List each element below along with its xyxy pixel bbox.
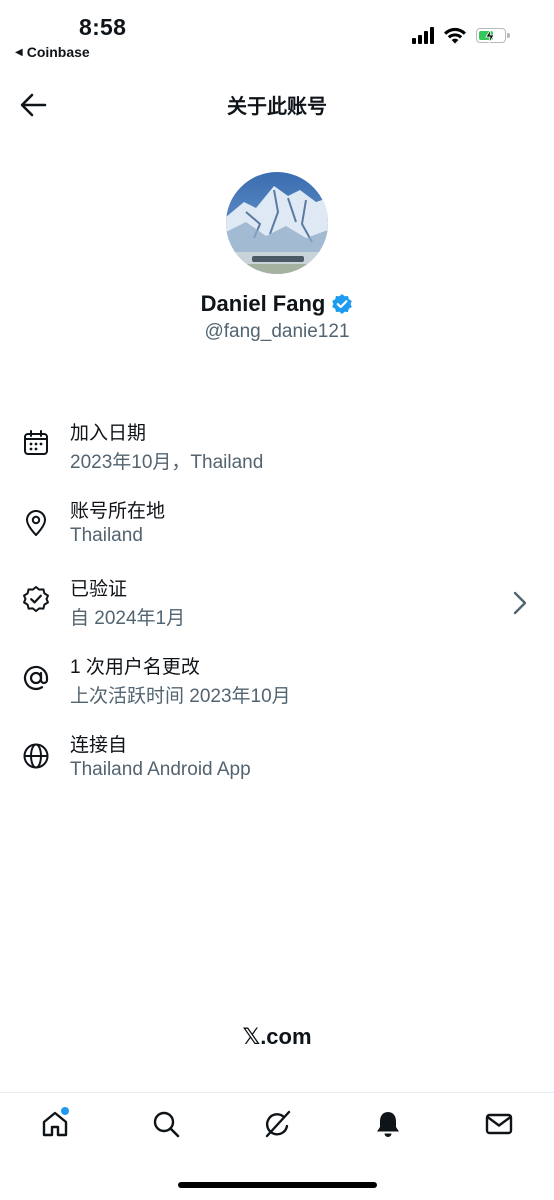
status-time: 8:58 bbox=[79, 14, 127, 40]
status-icons bbox=[412, 26, 510, 44]
info-item-username-changes: 1 次用户名更改 上次活跃时间 2023年10月 bbox=[0, 652, 554, 712]
battery-charging-icon bbox=[476, 27, 510, 43]
tab-notifications[interactable] bbox=[370, 1106, 406, 1142]
verified-check-icon bbox=[332, 294, 353, 314]
info-subtitle: Thailand Android App bbox=[70, 759, 251, 780]
info-subtitle: Thailand bbox=[70, 525, 143, 546]
profile-name-row: Daniel Fang bbox=[0, 291, 554, 317]
profile-name: Daniel Fang bbox=[200, 291, 326, 316]
x-com-logo: 𝕏.com bbox=[0, 1024, 554, 1050]
info-item-verified[interactable]: 已验证 自 2024年1月 bbox=[0, 574, 554, 634]
at-sign-icon bbox=[23, 665, 49, 691]
grok-icon bbox=[265, 1110, 291, 1138]
info-item-connected-via: 连接自 Thailand Android App bbox=[0, 730, 554, 790]
info-title: 已验证 bbox=[70, 579, 128, 600]
notification-dot bbox=[60, 1106, 70, 1116]
page-title: 关于此账号 bbox=[227, 96, 327, 118]
tab-home[interactable] bbox=[37, 1106, 73, 1142]
info-item-account-location: 账号所在地 Thailand bbox=[0, 496, 554, 556]
info-item-join-date: 加入日期 2023年10月，Thailand bbox=[0, 418, 554, 478]
calendar-icon bbox=[24, 430, 48, 455]
avatar[interactable] bbox=[226, 172, 328, 274]
back-to-app-link[interactable]: ◀ Coinbase bbox=[15, 44, 90, 60]
tab-grok[interactable] bbox=[259, 1106, 295, 1142]
x-domain-text: .com bbox=[260, 1024, 312, 1049]
info-title: 连接自 bbox=[70, 735, 128, 756]
tab-messages[interactable] bbox=[481, 1106, 517, 1142]
back-triangle-icon: ◀ bbox=[15, 46, 23, 58]
chevron-right-icon bbox=[513, 591, 527, 615]
tab-bar-divider bbox=[0, 1092, 554, 1093]
search-icon bbox=[153, 1111, 180, 1138]
location-pin-icon bbox=[26, 510, 46, 536]
avatar-image bbox=[226, 172, 328, 274]
info-subtitle: 上次活跃时间 2023年10月 bbox=[70, 686, 291, 707]
cellular-signal-icon bbox=[412, 26, 434, 44]
info-title: 账号所在地 bbox=[70, 501, 166, 522]
messages-icon bbox=[485, 1113, 513, 1135]
tab-search[interactable] bbox=[148, 1106, 184, 1142]
profile-handle: @fang_danie121 bbox=[204, 321, 350, 342]
verified-badge-icon bbox=[23, 586, 49, 612]
globe-icon bbox=[23, 743, 49, 769]
back-app-label: Coinbase bbox=[26, 44, 90, 60]
info-subtitle: 自 2024年1月 bbox=[70, 608, 186, 629]
info-subtitle: 2023年10月，Thailand bbox=[70, 452, 264, 473]
info-title: 加入日期 bbox=[70, 423, 147, 444]
wifi-icon bbox=[444, 27, 466, 44]
info-title: 1 次用户名更改 bbox=[70, 657, 200, 678]
x-logo-glyph: 𝕏 bbox=[242, 1024, 261, 1049]
notifications-icon bbox=[377, 1112, 399, 1137]
home-indicator[interactable] bbox=[178, 1182, 377, 1188]
